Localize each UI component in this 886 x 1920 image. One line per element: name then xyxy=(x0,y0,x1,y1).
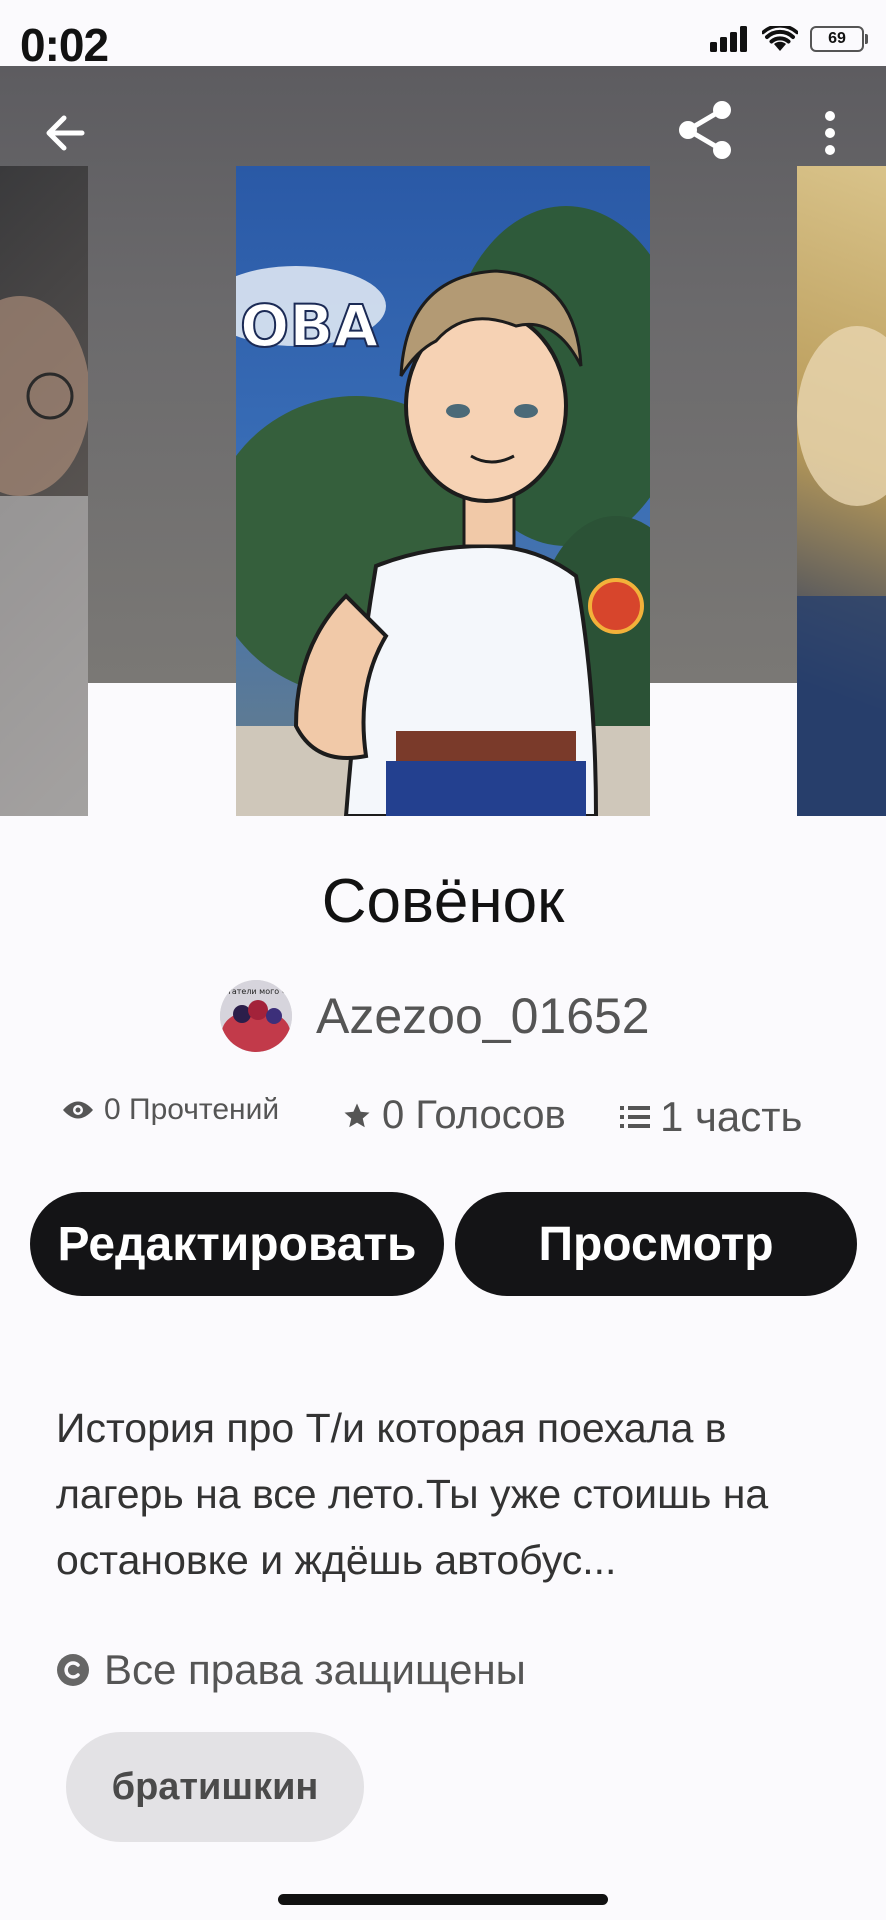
eye-icon xyxy=(63,1101,93,1119)
back-arrow-icon[interactable] xyxy=(42,110,88,156)
star-icon xyxy=(344,1103,370,1127)
wifi-icon xyxy=(762,26,798,51)
view-button[interactable]: Просмотр xyxy=(455,1192,857,1296)
status-bar: 0:02 69 xyxy=(0,0,886,71)
next-cover-image xyxy=(797,326,886,816)
story-title: Совёнок xyxy=(321,867,565,936)
story-cover[interactable]: ОВА xyxy=(236,166,650,816)
avatar: Читатели мого ФФ xyxy=(220,980,292,1052)
parts-stat: 1 часть xyxy=(620,1093,802,1141)
copyright-icon xyxy=(57,1654,89,1686)
previous-cover[interactable] xyxy=(0,166,88,816)
cover-title-text: ОВА xyxy=(240,292,379,360)
home-indicator[interactable] xyxy=(278,1894,608,1905)
parts-count: 1 часть xyxy=(660,1093,803,1140)
signal-icon xyxy=(710,26,747,52)
copyright-text: Все права защищены xyxy=(104,1646,526,1693)
next-cover[interactable] xyxy=(797,166,886,816)
reads-stat: 0 Прочтений xyxy=(62,1093,279,1127)
reads-count: 0 Прочтений xyxy=(104,1093,280,1126)
votes-stat: 0 Голосов xyxy=(342,1093,566,1138)
more-vertical-icon[interactable] xyxy=(818,110,842,156)
avatar-text: Читатели мого ФФ xyxy=(220,987,292,996)
status-icons: 69 xyxy=(710,26,868,52)
votes-count: 0 Голосов xyxy=(382,1093,566,1137)
battery-indicator: 69 xyxy=(810,26,868,52)
author-link[interactable]: Читатели мого ФФ Azezoo_01652 xyxy=(220,980,650,1052)
list-icon xyxy=(620,1106,650,1128)
edit-button[interactable]: Редактировать xyxy=(30,1192,444,1296)
author-name: Azezoo_01652 xyxy=(316,988,650,1044)
story-stats: 0 Прочтений 0 Голосов 1 часть xyxy=(0,1093,886,1153)
previous-cover-image xyxy=(0,296,88,816)
share-icon[interactable] xyxy=(676,100,736,160)
status-time: 0:02 xyxy=(20,19,109,71)
story-description: История про Т/и которая поехала в лагерь… xyxy=(56,1405,769,1583)
copyright-info: Все права защищены xyxy=(56,1646,526,1694)
cover-illustration: ОВА xyxy=(236,166,650,816)
tag-chip[interactable]: братишкин xyxy=(66,1732,364,1842)
cover-carousel: ОВА xyxy=(0,66,886,816)
